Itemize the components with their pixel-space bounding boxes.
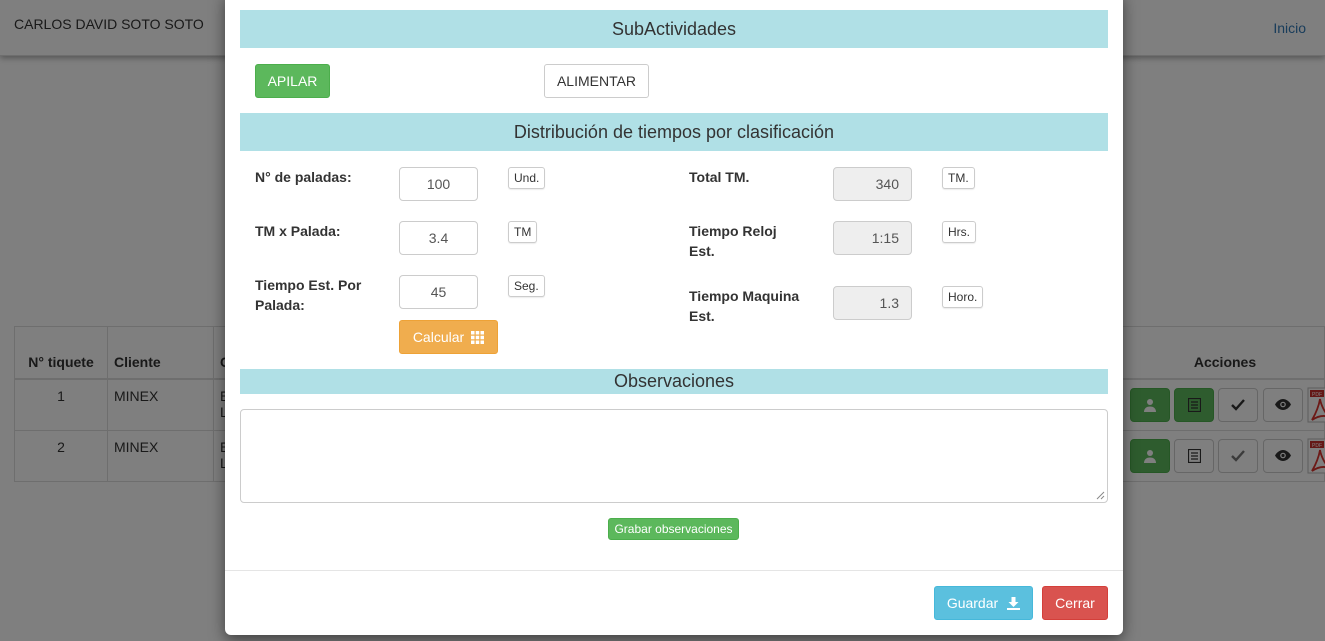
distribution-header: Distribución de tiempos por clasificació… <box>240 113 1108 151</box>
subactivities-header: SubActividades <box>240 10 1108 48</box>
tiempo-reloj-unit: Hrs. <box>942 221 976 243</box>
tm-palada-label: TM x Palada: <box>255 223 341 239</box>
apilar-button[interactable]: APILAR <box>255 64 330 98</box>
tiempo-maquina-label-line: Est. <box>689 308 715 324</box>
paladas-input[interactable]: 100 <box>399 167 478 201</box>
tiempo-maquina-unit: Horo. <box>942 286 984 308</box>
paladas-label: N° de paladas: <box>255 169 352 185</box>
tiempo-reloj-field: 1:15 <box>833 221 912 255</box>
tiempo-palada-unit: Seg. <box>508 275 545 297</box>
observations-header: Observaciones <box>240 369 1108 394</box>
save-observations-button[interactable]: Grabar observaciones <box>608 518 739 540</box>
tiempo-reloj-label: Tiempo Reloj Est. <box>689 221 777 261</box>
tiempo-maquina-label-line: Tiempo Maquina <box>689 288 800 304</box>
total-tm-unit: TM. <box>942 167 975 189</box>
tiempo-reloj-label-line: Est. <box>689 243 715 259</box>
grid-icon <box>471 330 485 344</box>
total-tm-field: 340 <box>833 167 912 201</box>
calcular-label: Calcular <box>412 329 465 345</box>
tiempo-palada-label: Tiempo Est. Por Palada: <box>255 275 361 315</box>
observations-textarea[interactable] <box>240 409 1108 503</box>
download-icon <box>1007 596 1021 610</box>
tiempo-palada-input[interactable]: 45 <box>399 275 478 309</box>
total-tm-label: Total TM. <box>689 169 750 185</box>
calcular-button[interactable]: Calcular <box>399 320 498 354</box>
tm-palada-unit: TM <box>508 221 538 243</box>
modal-footer-divider <box>225 570 1123 571</box>
paladas-unit: Und. <box>508 167 546 189</box>
tiempo-reloj-label-line: Tiempo Reloj <box>689 223 777 239</box>
cerrar-button[interactable]: Cerrar <box>1042 586 1108 620</box>
resize-handle-icon[interactable] <box>1096 491 1105 500</box>
tiempo-palada-label-line: Tiempo Est. Por <box>255 277 362 293</box>
tiempo-maquina-field: 1.3 <box>833 286 912 320</box>
tiempo-palada-label-line: Palada: <box>255 297 305 313</box>
guardar-button[interactable]: Guardar <box>934 586 1033 620</box>
tm-palada-input[interactable]: 3.4 <box>399 221 478 255</box>
guardar-label: Guardar <box>946 595 999 611</box>
tiempo-maquina-label: Tiempo Maquina Est. <box>689 286 799 326</box>
alimentar-button[interactable]: ALIMENTAR <box>544 64 649 98</box>
subactivities-modal: SubActividades APILAR ALIMENTAR Distribu… <box>225 0 1123 635</box>
